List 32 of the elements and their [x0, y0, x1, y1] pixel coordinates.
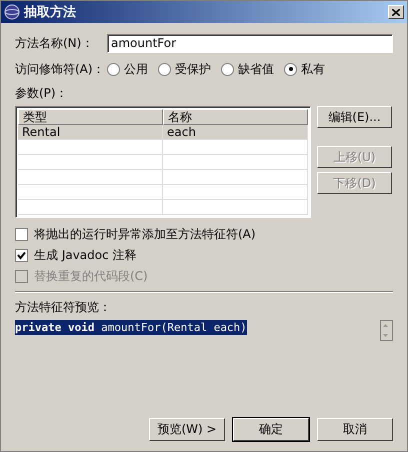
radio-button[interactable]	[107, 62, 120, 76]
table-cell: Rental	[18, 125, 163, 139]
table-cell: each	[163, 125, 308, 139]
section-label: 参数(P)：	[15, 85, 69, 102]
column-header[interactable]: 名称	[163, 109, 308, 125]
radio-button[interactable]	[284, 62, 297, 76]
radio-label: 私有	[301, 60, 325, 78]
checkbox[interactable]	[15, 228, 28, 241]
radio-label: 受保护	[175, 60, 211, 78]
field-label: 访问修饰符(A)：	[15, 60, 106, 78]
checkbox-label: 将抛出的运行时异常添加至方法特征符(A)	[34, 226, 256, 243]
section-label: 方法特征符预览：	[15, 299, 112, 316]
column-header[interactable]: 类型	[18, 109, 163, 125]
side-button[interactable]: 编辑(E)...	[317, 106, 392, 128]
close-button[interactable]	[388, 5, 404, 19]
radio-button[interactable]	[221, 62, 234, 76]
radio-button[interactable]	[158, 62, 171, 76]
close-icon	[392, 8, 400, 16]
table-row[interactable]: Rental each	[18, 125, 308, 140]
dialog-button[interactable]: 取消	[317, 418, 393, 441]
checkbox-label: 替换重复的代码段(C)	[34, 268, 148, 285]
field-label: 方法名称(N)：	[15, 34, 94, 52]
globe-icon	[4, 4, 20, 20]
checkbox-label: 生成 Javadoc 注释	[34, 247, 137, 264]
radio-label: 公用	[124, 60, 148, 78]
window-title: 抽取方法	[24, 4, 77, 21]
dialog-button[interactable]: 预览(W) >	[149, 418, 225, 441]
radio-label: 缺省值	[238, 60, 274, 78]
checkbox[interactable]	[15, 249, 28, 262]
method-name-field[interactable]: amountFor	[107, 34, 393, 52]
dialog-button[interactable]: 确定	[233, 418, 309, 441]
signature-preview: private void amountFor(Rental each)	[15, 320, 247, 335]
